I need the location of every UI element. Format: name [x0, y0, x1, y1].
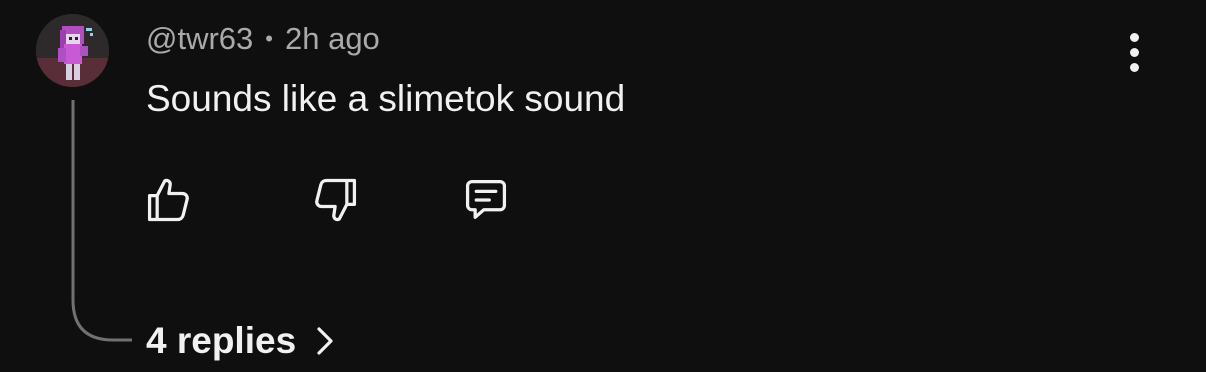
author-handle[interactable]: @twr63: [146, 21, 253, 57]
vertical-ellipsis-icon-dot: [1129, 62, 1139, 72]
avatar[interactable]: [36, 14, 109, 87]
comment-icon: [465, 179, 507, 219]
thumbs-up-icon: [147, 178, 189, 222]
like-button[interactable]: [140, 172, 196, 228]
dislike-button[interactable]: [308, 172, 364, 228]
reply-button[interactable]: [458, 172, 514, 228]
meta-separator: •: [265, 26, 273, 51]
comment-timestamp: 2h ago: [284, 21, 380, 56]
thread-connector-line: [71, 100, 132, 342]
avatar-pixel-character-image: [36, 14, 109, 87]
comment-meta: @twr63 • 2h ago: [146, 19, 380, 59]
comment-text: Sounds like a slimetok sound: [146, 78, 626, 119]
comment-thread: @twr63 • 2h ago Sounds like a slimetok s…: [0, 0, 1206, 372]
chevron-right-icon: [316, 326, 334, 356]
thumbs-down-icon: [315, 178, 357, 222]
vertical-ellipsis-icon: [1129, 32, 1139, 42]
more-options-button[interactable]: [1114, 28, 1154, 76]
vertical-ellipsis-icon-dot: [1129, 47, 1139, 57]
replies-count-label: 4 replies: [146, 320, 297, 361]
view-replies-link[interactable]: 4 replies: [146, 320, 334, 362]
